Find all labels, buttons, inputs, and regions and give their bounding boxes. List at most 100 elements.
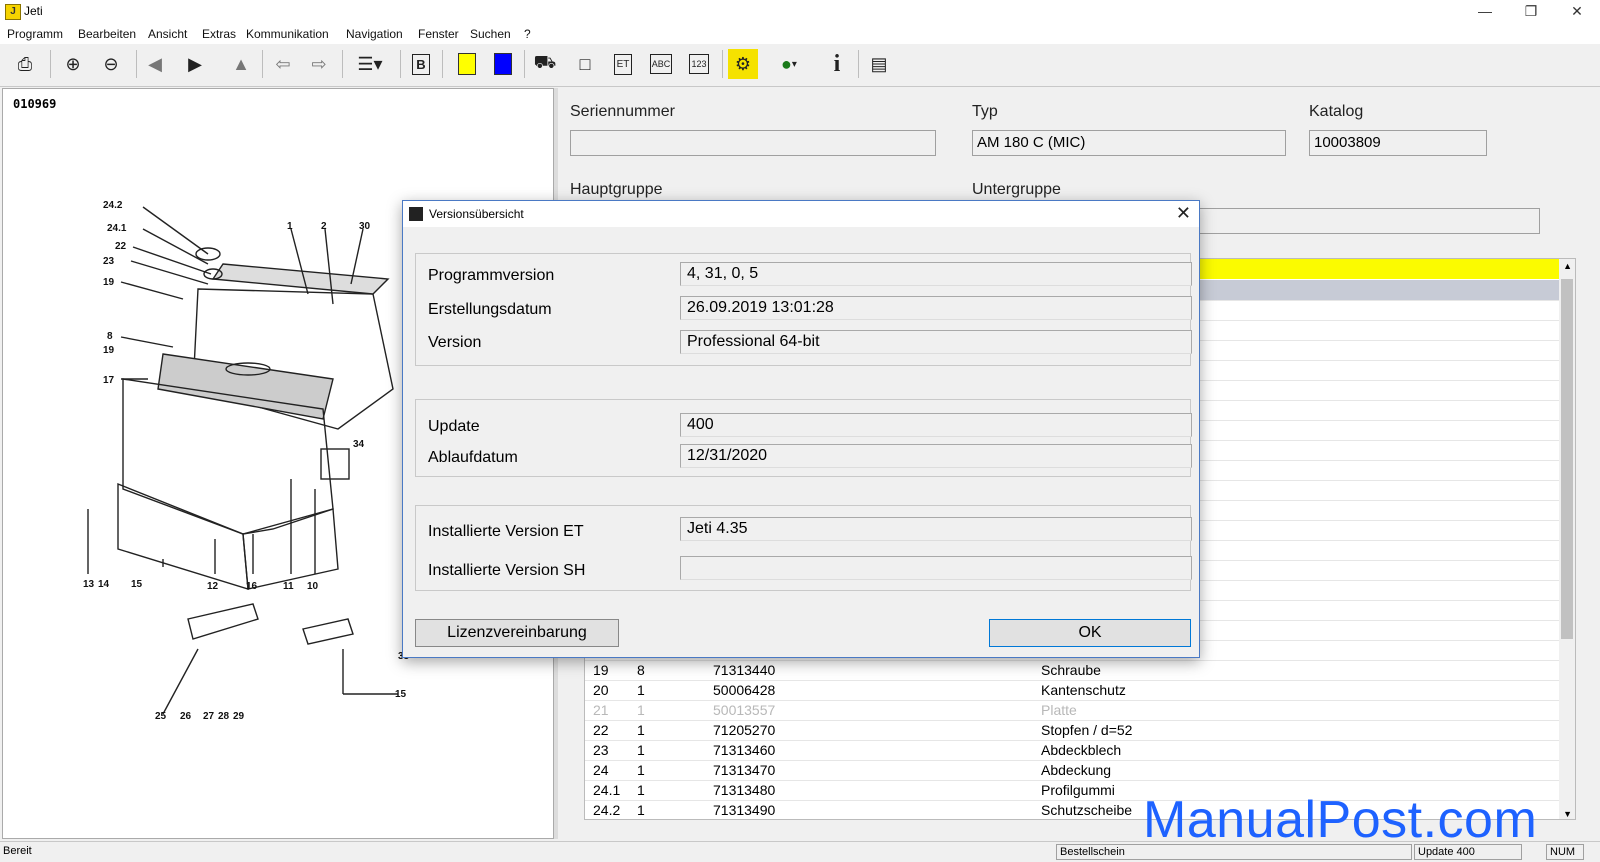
info-icon[interactable]: i	[822, 49, 852, 79]
table-cell-pos: 21	[593, 702, 609, 718]
zoom-in-icon[interactable]: ⊕	[58, 49, 88, 79]
cabinet-icon[interactable]: ▤	[864, 49, 894, 79]
restore-button[interactable]: ❐	[1508, 0, 1554, 24]
svg-text:13: 13	[83, 579, 95, 590]
menu-fenster[interactable]: Fenster	[418, 27, 459, 41]
svg-text:10: 10	[307, 581, 319, 592]
et-icon[interactable]: ET	[608, 49, 638, 79]
build-date-label: Erstellungsdatum	[428, 301, 552, 318]
tree-icon[interactable]: ☰▾	[348, 49, 392, 79]
menu-ansicht[interactable]: Ansicht	[148, 27, 187, 41]
forward-icon[interactable]: ⇨	[304, 49, 334, 79]
print-icon[interactable]: ⎙	[10, 49, 40, 79]
arrow-left-icon[interactable]: ◀	[140, 49, 170, 79]
svg-text:25: 25	[155, 711, 167, 722]
yellow-swatch	[458, 53, 476, 75]
menu-navigation[interactable]: Navigation	[346, 27, 403, 41]
program-version-field: 4, 31, 0, 5	[680, 262, 1192, 286]
globe-icon[interactable]: ● ▾	[766, 49, 812, 79]
dialog-close-icon[interactable]: ✕	[1176, 203, 1191, 224]
ok-button[interactable]: OK	[989, 619, 1191, 647]
table-scrollbar[interactable]: ▲ ▼	[1559, 259, 1575, 819]
update-label: Update	[428, 418, 480, 435]
yellow-color-icon[interactable]	[452, 49, 482, 79]
table-cell-desc: Kantenschutz	[1041, 682, 1126, 698]
scroll-up-icon[interactable]: ▲	[1563, 261, 1572, 271]
table-cell-part: 71313480	[713, 782, 776, 798]
table-row[interactable]: 22 1 71205270 Stopfen / d=52	[585, 721, 1559, 741]
truck-icon[interactable]: ⛟	[530, 49, 560, 79]
program-info-group: Programmversion 4, 31, 0, 5 Erstellungsd…	[415, 253, 1192, 366]
svg-text:34: 34	[353, 439, 365, 450]
version-field: Professional 64-bit	[680, 330, 1192, 354]
bookmark-label: B	[412, 53, 430, 75]
zoom-out-icon[interactable]: ⊖	[96, 49, 126, 79]
table-row[interactable]: 21 1 50013557 Platte	[585, 701, 1559, 721]
installed-sh-label: Installierte Version SH	[428, 562, 586, 579]
table-cell-pos: 20	[593, 682, 609, 698]
close-button[interactable]: ✕	[1554, 0, 1600, 24]
status-ready: Bereit	[3, 845, 32, 857]
back-icon[interactable]: ⇦	[268, 49, 298, 79]
table-row[interactable]: 24 1 71313470 Abdeckung	[585, 761, 1559, 781]
license-button[interactable]: Lizenzvereinbarung	[415, 619, 619, 647]
menu-suchen[interactable]: Suchen	[470, 27, 511, 41]
menu-kommunikation[interactable]: Kommunikation	[246, 27, 329, 41]
document-icon[interactable]: □	[570, 49, 600, 79]
arrow-up-icon[interactable]: ▲	[226, 49, 256, 79]
scroll-thumb[interactable]	[1561, 279, 1573, 639]
svg-text:30: 30	[359, 221, 371, 232]
svg-text:8: 8	[107, 331, 113, 342]
expiry-label: Ablaufdatum	[428, 449, 518, 466]
table-cell-qty: 1	[637, 702, 645, 718]
123-icon[interactable]: 123	[684, 49, 714, 79]
catalog-label: Katalog	[1309, 103, 1364, 120]
table-cell-pos: 23	[593, 742, 609, 758]
table-row[interactable]: 23 1 71313460 Abdeckblech	[585, 741, 1559, 761]
table-cell-desc: Schraube	[1041, 662, 1101, 678]
menu-bearbeiten[interactable]: Bearbeiten	[78, 27, 136, 41]
catalog-field[interactable]: 10003809	[1309, 130, 1487, 156]
serial-field[interactable]	[570, 130, 936, 156]
type-label: Typ	[972, 103, 998, 120]
svg-text:11: 11	[283, 581, 294, 592]
table-cell-pos: 24.2	[593, 802, 621, 818]
update-field: 400	[680, 413, 1192, 437]
abc-icon[interactable]: ABC	[646, 49, 676, 79]
table-cell-qty: 8	[637, 662, 645, 678]
toolbar-separator	[342, 50, 343, 78]
table-cell-qty: 1	[637, 802, 645, 818]
title-bar: J Jeti — ❐ ✕	[0, 0, 1600, 24]
dialog-title: Versionsübersicht	[429, 207, 524, 221]
svg-text:23: 23	[103, 256, 115, 267]
table-cell-qty: 1	[637, 782, 645, 798]
minimize-button[interactable]: —	[1462, 0, 1508, 24]
blue-color-icon[interactable]	[488, 49, 518, 79]
table-cell-part: 50006428	[713, 682, 776, 698]
svg-text:24.1: 24.1	[107, 223, 127, 234]
table-row[interactable]: 19 8 71313440 Schraube	[585, 661, 1559, 681]
update-info-group: Update 400 Ablaufdatum 12/31/2020	[415, 399, 1192, 477]
svg-text:28: 28	[218, 711, 230, 722]
svg-text:14: 14	[98, 579, 110, 590]
svg-text:19: 19	[103, 345, 115, 356]
arrow-right-icon[interactable]: ▶	[180, 49, 210, 79]
123-label: 123	[689, 54, 709, 74]
menu-help[interactable]: ?	[524, 27, 531, 41]
svg-text:29: 29	[233, 711, 245, 722]
table-cell-pos: 24.1	[593, 782, 621, 798]
menu-programm[interactable]: Programm	[7, 27, 63, 41]
scroll-down-icon[interactable]: ▼	[1563, 809, 1572, 819]
menu-extras[interactable]: Extras	[202, 27, 236, 41]
table-row[interactable]: 20 1 50006428 Kantenschutz	[585, 681, 1559, 701]
dialog-titlebar: Versionsübersicht ✕	[403, 201, 1199, 227]
installed-et-label: Installierte Version ET	[428, 523, 584, 540]
installed-et-field: Jeti 4.35	[680, 517, 1192, 541]
table-cell-part: 71313470	[713, 762, 776, 778]
build-date-field: 26.09.2019 13:01:28	[680, 296, 1192, 320]
machine-icon[interactable]: ⚙	[728, 49, 758, 79]
toolbar-separator	[400, 50, 401, 78]
bookmark-icon[interactable]: B	[406, 49, 436, 79]
type-field[interactable]: AM 180 C (MIC)	[972, 130, 1286, 156]
installed-sh-field	[680, 556, 1192, 580]
